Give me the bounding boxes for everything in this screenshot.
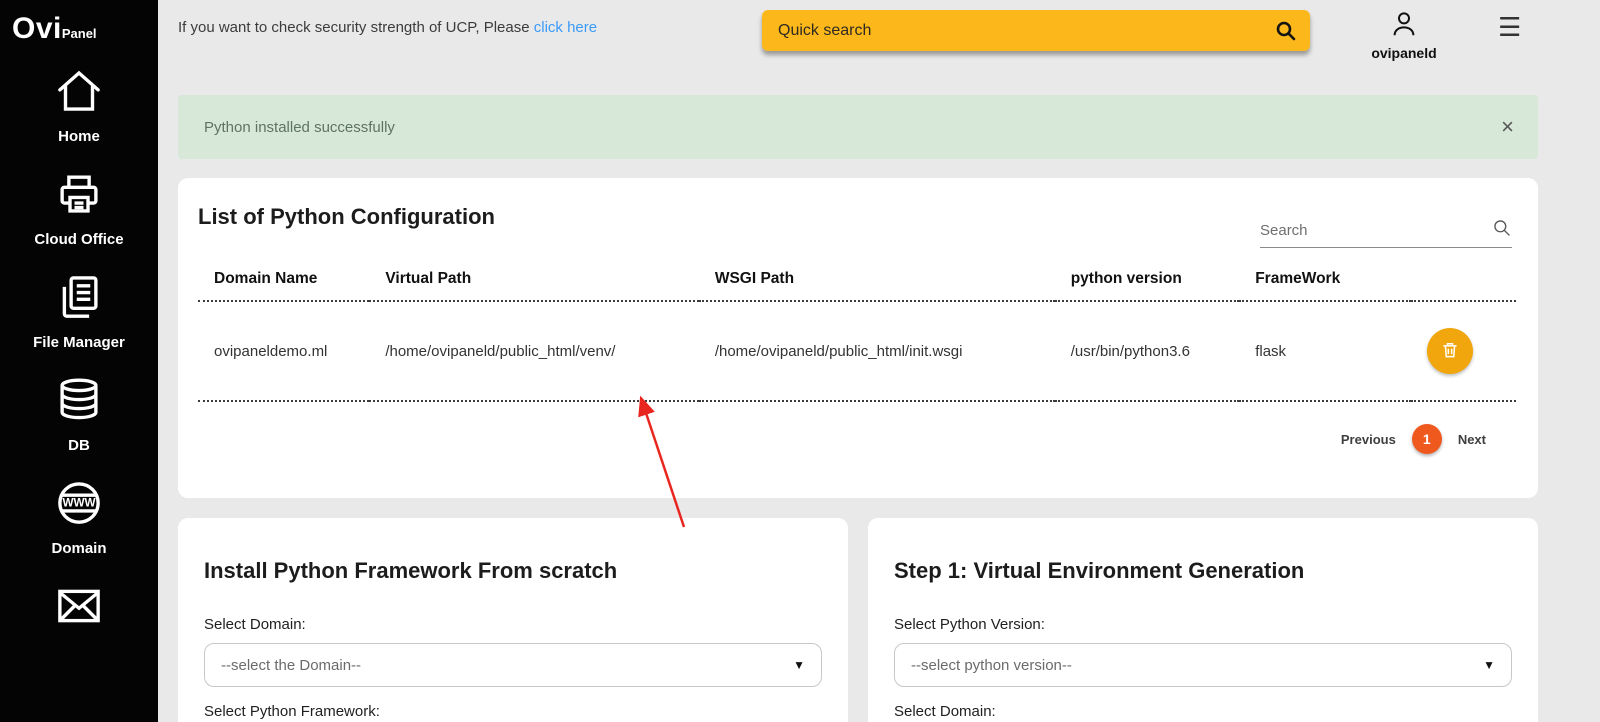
select-framework-label: Select Python Framework: — [204, 703, 380, 720]
cell-python-version: /usr/bin/python3.6 — [1054, 301, 1240, 402]
pagination-previous[interactable]: Previous — [1341, 432, 1396, 447]
sidebar-item-label: Domain — [51, 540, 107, 557]
column-header-wsgi-path: WSGI Path — [698, 262, 1055, 302]
domain-select[interactable]: --select the Domain-- ▼ — [204, 643, 822, 687]
column-header-framework: FrameWork — [1239, 262, 1411, 302]
cell-wsgi-path: /home/ovipaneld/public_html/init.wsgi — [698, 301, 1055, 402]
sidebar-item-cloud-office[interactable]: Cloud Office — [34, 167, 124, 248]
cell-domain-name: ovipaneldemo.ml — [198, 301, 370, 402]
app-logo[interactable]: OviPanel — [0, 0, 158, 50]
delete-button[interactable] — [1426, 328, 1473, 374]
bottom-panels: Install Python Framework From scratch Se… — [178, 518, 1538, 722]
username-label: ovipaneld — [1371, 45, 1437, 61]
python-version-select-value: --select python version-- — [911, 656, 1072, 674]
sidebar-item-file-manager[interactable]: File Manager — [33, 270, 125, 351]
table-search-input[interactable] — [1260, 222, 1492, 239]
domain-select-value: --select the Domain-- — [221, 656, 362, 674]
file-manager-icon — [52, 270, 106, 329]
hamburger-menu-icon[interactable]: ☰ — [1498, 12, 1521, 43]
table-search[interactable] — [1260, 218, 1512, 248]
sidebar-item-label: Cloud Office — [34, 231, 124, 248]
quick-search-bar[interactable] — [762, 10, 1310, 51]
close-icon[interactable]: × — [1501, 116, 1514, 138]
python-configuration-card: List of Python Configuration Domain Name… — [178, 178, 1538, 498]
sidebar-item-email[interactable] — [52, 579, 106, 638]
python-version-select[interactable]: --select python version-- ▼ — [894, 643, 1512, 687]
click-here-link[interactable]: click here — [534, 19, 597, 36]
select-domain-label: Select Domain: — [894, 703, 996, 720]
trash-icon — [1440, 340, 1460, 363]
virtual-env-title: Step 1: Virtual Environment Generation — [894, 558, 1305, 583]
quick-search-input[interactable] — [778, 21, 1274, 40]
mail-icon — [52, 579, 106, 638]
column-header-domain: Domain Name — [198, 262, 370, 302]
content-area: Python installed successfully × List of … — [178, 95, 1538, 722]
cloud-office-icon — [52, 167, 106, 226]
search-icon[interactable] — [1274, 19, 1298, 43]
main-area: If you want to check security strength o… — [158, 0, 1600, 722]
db-icon — [52, 373, 106, 432]
column-header-python-version: python version — [1054, 262, 1240, 302]
sidebar: OviPanel Home Cloud Office File Manager … — [0, 0, 158, 722]
user-menu[interactable]: ovipaneld — [1358, 9, 1450, 61]
select-python-version-label: Select Python Version: — [894, 616, 1045, 633]
sidebar-nav: Home Cloud Office File Manager DB WWW Do… — [0, 64, 158, 660]
search-icon — [1492, 218, 1512, 243]
pagination-page-1[interactable]: 1 — [1411, 424, 1442, 454]
python-config-table: Domain Name Virtual Path WSGI Path pytho… — [198, 262, 1516, 402]
virtual-env-card: Step 1: Virtual Environment Generation S… — [868, 518, 1538, 722]
pagination: Previous 1 Next — [198, 424, 1516, 454]
cell-virtual-path: /home/ovipaneld/public_html/venv/ — [369, 301, 699, 402]
install-framework-title: Install Python Framework From scratch — [204, 558, 618, 583]
table-header-row: Domain Name Virtual Path WSGI Path pytho… — [198, 262, 1516, 302]
cell-framework: flask — [1239, 301, 1411, 402]
security-notice-text: If you want to check security strength o… — [178, 19, 534, 36]
chevron-down-icon: ▼ — [793, 658, 805, 672]
sidebar-item-home[interactable]: Home — [52, 64, 106, 145]
logo-secondary-text: Panel — [61, 26, 97, 41]
topbar: If you want to check security strength o… — [158, 0, 1600, 75]
alert-message: Python installed successfully — [204, 118, 395, 136]
column-header-virtual-path: Virtual Path — [369, 262, 699, 302]
security-notice: If you want to check security strength o… — [178, 19, 597, 36]
chevron-down-icon: ▼ — [1483, 658, 1495, 672]
success-alert: Python installed successfully × — [178, 95, 1538, 159]
column-header-actions — [1410, 262, 1516, 302]
domain-www-icon: WWW — [52, 476, 106, 535]
install-framework-card: Install Python Framework From scratch Se… — [178, 518, 848, 722]
table-row: ovipaneldemo.ml /home/ovipaneld/public_h… — [198, 301, 1516, 402]
pagination-next[interactable]: Next — [1458, 432, 1486, 447]
sidebar-item-db[interactable]: DB — [52, 373, 106, 454]
sidebar-item-label: Home — [58, 128, 100, 145]
select-domain-label: Select Domain: — [204, 616, 306, 633]
sidebar-item-domain[interactable]: WWW Domain — [51, 476, 107, 557]
svg-text:WWW: WWW — [62, 497, 96, 510]
logo-primary-text: Ovi — [12, 12, 62, 45]
sidebar-item-label: File Manager — [33, 334, 125, 351]
sidebar-item-label: DB — [68, 437, 90, 454]
user-icon — [1389, 9, 1419, 44]
home-icon — [52, 64, 106, 123]
